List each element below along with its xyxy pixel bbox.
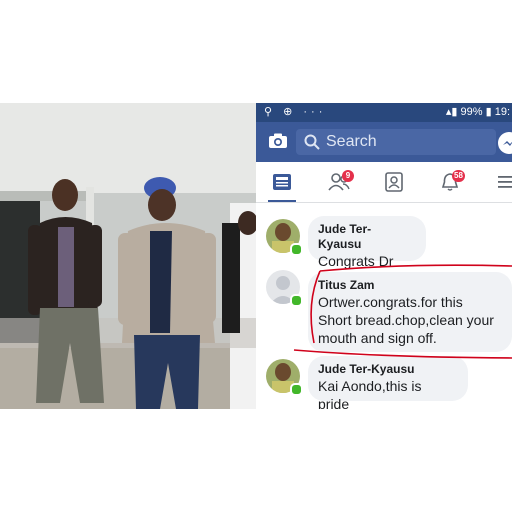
tab-friend-requests[interactable]: 9: [318, 168, 358, 198]
clock: 19:: [494, 106, 510, 118]
comment-author[interactable]: Titus Zam: [318, 278, 500, 293]
online-indicator: [290, 294, 303, 307]
comment-text-line: Ortwer.congrats.for this: [318, 294, 463, 310]
messenger-icon[interactable]: [498, 132, 512, 154]
online-indicator: [290, 243, 303, 256]
tab-profile[interactable]: [374, 168, 414, 198]
search-placeholder: Search: [326, 133, 377, 150]
photo-scene: [0, 103, 256, 409]
tab-bar: 9 58: [256, 162, 512, 203]
comment-text: Congrats Dr: [318, 253, 394, 269]
comment-bubble[interactable]: Jude Ter-Kyausu Kai Aondo,this is pride: [308, 356, 468, 409]
battery-level: 99%: [460, 106, 483, 118]
profile-icon: [385, 172, 403, 192]
signal-icon: ▴▮: [445, 106, 461, 118]
comment-bubble[interactable]: Jude Ter-Kyausu Congrats Dr: [308, 216, 426, 269]
tab-menu[interactable]: [486, 168, 512, 198]
status-left-icons: ⚲ ⊕ ···: [264, 106, 327, 118]
news-feed-icon: [273, 174, 291, 190]
camera-icon[interactable]: [268, 133, 288, 149]
status-right: ▴▮ 99% ▮ 19:: [446, 103, 510, 122]
comment-text-line: Short bread.chop,clean your: [318, 312, 494, 328]
notifications-badge: 58: [452, 170, 465, 182]
search-bar: Search: [256, 122, 512, 162]
search-icon: [304, 134, 320, 150]
tab-news-feed[interactable]: [262, 168, 302, 202]
online-indicator: [290, 383, 303, 396]
facebook-screen: ⚲ ⊕ ··· ▴▮ 99% ▮ 19: Search 9 58 Jude Te…: [256, 103, 512, 409]
search-input[interactable]: Search: [296, 129, 496, 155]
status-bar: ⚲ ⊕ ··· ▴▮ 99% ▮ 19:: [256, 103, 512, 122]
photo: [0, 103, 256, 409]
comment-text: Kai Aondo,this is pride: [318, 378, 422, 409]
comment-bubble[interactable]: Titus Zam Ortwer.congrats.for this Short…: [308, 272, 512, 352]
comment-author[interactable]: Jude Ter-Kyausu: [318, 362, 456, 377]
comment-author[interactable]: Jude Ter-Kyausu: [318, 222, 414, 252]
battery-icon: ▮: [485, 106, 495, 118]
tab-notifications[interactable]: 58: [430, 168, 470, 198]
menu-icon: [498, 176, 512, 188]
friend-requests-badge: 9: [342, 170, 354, 182]
comment-text-line: mouth and sign off.: [318, 330, 437, 346]
